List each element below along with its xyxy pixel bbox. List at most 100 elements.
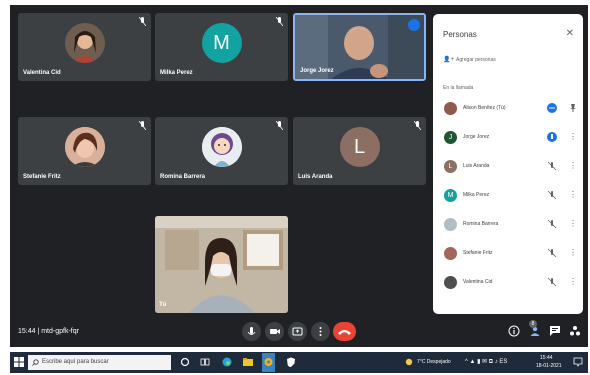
- participant-tile[interactable]: M Milka Perez: [155, 13, 288, 81]
- more-options-icon[interactable]: ⋮: [569, 277, 577, 287]
- people-list-item[interactable]: J Jorge Jorez ⋮: [439, 126, 579, 152]
- file-explorer-icon[interactable]: [243, 357, 253, 367]
- member-avatar: [444, 218, 457, 231]
- active-app-highlight[interactable]: [262, 353, 275, 372]
- windows-taskbar: Escribe aquí para buscar 7°C Despejado ^…: [10, 352, 588, 373]
- member-avatar: [444, 102, 457, 115]
- participant-name: Jorge Jorez: [300, 68, 334, 74]
- chat-icon[interactable]: [549, 325, 561, 337]
- more-options-icon[interactable]: ⋮: [569, 248, 577, 258]
- participant-avatar: M: [201, 23, 242, 63]
- participant-tile[interactable]: L Luis Aranda: [293, 117, 426, 185]
- member-name: Milka Perez: [463, 192, 490, 198]
- mic-off-icon[interactable]: [547, 277, 557, 287]
- camera-button[interactable]: [265, 322, 284, 341]
- participant-name: Valentina Cid: [23, 70, 61, 76]
- add-people-button[interactable]: Agregar personas: [456, 57, 496, 63]
- add-person-icon[interactable]: 👤+: [443, 56, 454, 63]
- clock-date[interactable]: 18-01-2021: [536, 363, 562, 369]
- member-avatar: [444, 247, 457, 260]
- leave-call-button[interactable]: [333, 322, 356, 341]
- participant-avatar: [64, 127, 105, 167]
- member-name: Romina Barrera: [463, 221, 499, 227]
- microphone-button[interactable]: [242, 322, 261, 341]
- more-options-icon[interactable]: ⋮: [569, 132, 577, 142]
- people-count-badge: 8: [529, 320, 537, 328]
- activities-icon[interactable]: [569, 325, 581, 337]
- more-options-button[interactable]: [311, 322, 330, 341]
- mic-active-icon: [547, 103, 557, 113]
- windows-start-icon[interactable]: [14, 357, 24, 367]
- people-panel: Personas ✕ 👤+ Agregar personas En la lla…: [433, 14, 583, 314]
- member-name: Luis Aranda: [463, 163, 490, 169]
- mic-off-icon[interactable]: [547, 219, 557, 229]
- more-options-icon[interactable]: ⋮: [569, 161, 577, 171]
- search-placeholder: Escribe aquí para buscar: [42, 359, 109, 365]
- mic-off-icon[interactable]: [547, 248, 557, 258]
- participant-tile-active-speaker[interactable]: Jorge Jorez: [293, 13, 426, 81]
- meeting-time-and-code: 15:44 | mtd-gpfk-fqr: [18, 328, 79, 335]
- end-call-icon: [338, 330, 351, 335]
- people-list-item[interactable]: Valentina Cid ⋮: [439, 271, 579, 297]
- present-screen-button[interactable]: [288, 322, 307, 341]
- self-view-name: Tú: [159, 302, 167, 308]
- more-options-icon[interactable]: ⋮: [569, 219, 577, 229]
- member-avatar: M: [444, 189, 457, 202]
- mic-off-icon: [139, 17, 146, 26]
- people-list-item[interactable]: M Milka Perez ⋮: [439, 184, 579, 210]
- task-view-icon[interactable]: [200, 357, 210, 367]
- people-list-item[interactable]: Romina Barrera ⋮: [439, 213, 579, 239]
- participant-avatar: [64, 23, 105, 63]
- cortana-icon[interactable]: [180, 357, 190, 367]
- microphone-icon: [247, 327, 256, 335]
- weather-icon: [405, 358, 413, 366]
- call-controls-bar: 15:44 | mtd-gpfk-fqr 8: [10, 317, 588, 347]
- mic-off-icon: [276, 121, 283, 130]
- edge-browser-icon[interactable]: [222, 357, 232, 367]
- people-panel-title: Personas: [443, 30, 477, 39]
- present-screen-icon: [292, 327, 303, 336]
- shield-icon[interactable]: [286, 357, 296, 367]
- participant-name: Milka Perez: [160, 70, 193, 76]
- more-options-icon[interactable]: ⋮: [569, 190, 577, 200]
- camera-icon: [270, 329, 280, 334]
- member-avatar: J: [444, 131, 457, 144]
- search-icon: [32, 359, 39, 366]
- participant-tile[interactable]: Stefanie Fritz: [18, 117, 151, 185]
- more-vert-icon: [319, 327, 322, 336]
- self-view-video: [155, 216, 288, 313]
- member-name: Jorge Jorez: [463, 134, 490, 140]
- tray-icons[interactable]: ^ ▲ ▮ ✉ ⧉ ♪ ES: [465, 358, 507, 366]
- taskbar-search-box[interactable]: Escribe aquí para buscar: [28, 355, 171, 370]
- self-view-tile[interactable]: Tú: [155, 216, 288, 313]
- weather-text[interactable]: 7°C Despejado: [417, 359, 451, 365]
- mic-off-icon: [139, 121, 146, 130]
- participant-name: Stefanie Fritz: [23, 174, 61, 180]
- in-call-section-label: En la llamada: [443, 85, 474, 91]
- member-name: Stefanie Fritz: [463, 250, 493, 256]
- people-list-item[interactable]: Stefanie Fritz ⋮: [439, 242, 579, 268]
- participant-name: Luis Aranda: [298, 174, 333, 180]
- participant-avatar: L: [339, 127, 380, 167]
- clock-time[interactable]: 15:44: [540, 355, 553, 361]
- people-list-item[interactable]: Alison Benítez (Tú): [439, 97, 579, 123]
- mic-speaking-icon: [547, 132, 557, 142]
- meet-window: Valentina Cid M Milka Perez Jorge Jorez: [10, 5, 588, 347]
- member-avatar: [444, 276, 457, 289]
- member-name: Alison Benítez (Tú): [463, 105, 506, 111]
- participant-name: Romina Barrera: [160, 174, 206, 180]
- mic-off-icon: [414, 121, 421, 130]
- notifications-icon[interactable]: [573, 357, 583, 367]
- member-name: Valentina Cid: [463, 279, 493, 285]
- mic-off-icon[interactable]: [547, 190, 557, 200]
- participant-tile[interactable]: Valentina Cid: [18, 13, 151, 81]
- info-icon[interactable]: [508, 325, 520, 337]
- participant-tile[interactable]: Romina Barrera: [155, 117, 288, 185]
- pin-icon[interactable]: [569, 103, 577, 113]
- speaking-indicator-icon: [408, 19, 420, 31]
- member-avatar: L: [444, 160, 457, 173]
- people-list-item[interactable]: L Luis Aranda ⋮: [439, 155, 579, 181]
- close-icon[interactable]: ✕: [566, 28, 574, 39]
- participant-avatar: [201, 127, 242, 167]
- mic-off-icon[interactable]: [547, 161, 557, 171]
